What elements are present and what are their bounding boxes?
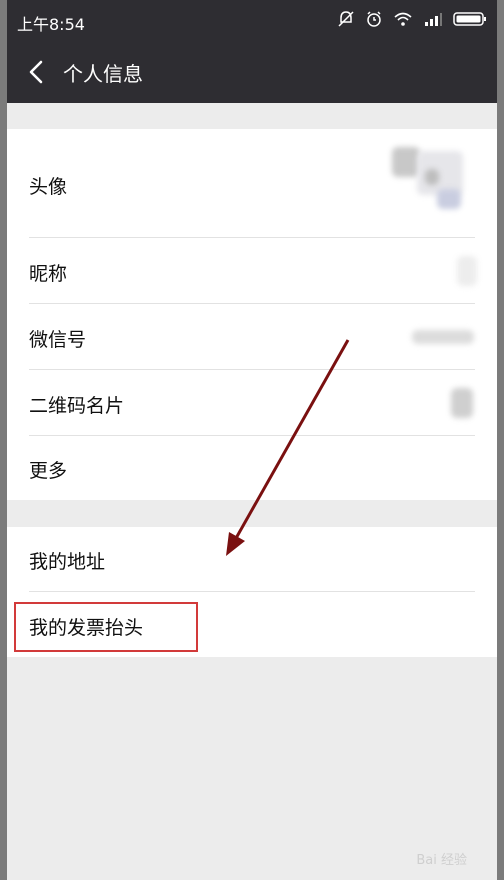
page-title: 个人信息 bbox=[63, 62, 143, 86]
wechat-id-value bbox=[412, 330, 474, 344]
row-qr-code[interactable]: 二维码名片 bbox=[7, 370, 497, 435]
right-edge bbox=[497, 0, 504, 880]
row-nickname[interactable]: 昵称 bbox=[7, 238, 497, 303]
title-bar: 个人信息 bbox=[7, 42, 497, 103]
bell-off-icon bbox=[337, 10, 355, 32]
row-avatar[interactable]: 头像 bbox=[7, 129, 497, 237]
profile-section: 头像 昵称 微信号 二维码名片 更多 bbox=[7, 129, 497, 500]
alarm-icon bbox=[365, 10, 383, 32]
status-icons bbox=[337, 10, 487, 32]
row-label: 头像 bbox=[29, 176, 68, 198]
status-bar: 上午8:54 bbox=[7, 0, 497, 42]
row-my-address[interactable]: 我的地址 bbox=[7, 527, 497, 591]
row-wechat-id[interactable]: 微信号 bbox=[7, 304, 497, 369]
back-button[interactable] bbox=[21, 56, 53, 88]
status-time: 上午8:54 bbox=[17, 15, 85, 34]
row-more[interactable]: 更多 bbox=[7, 436, 497, 500]
watermark: Bai 经验 bbox=[416, 853, 467, 868]
battery-icon bbox=[453, 11, 487, 31]
phone-screen: 上午8:54 个人信息 头像 昵称 微信号 二维码名片 更多 我的地址 我的发票… bbox=[7, 0, 497, 880]
qr-code-icon bbox=[451, 388, 473, 418]
signal-icon bbox=[423, 11, 443, 31]
nickname-value bbox=[457, 256, 477, 286]
wifi-icon bbox=[393, 11, 413, 31]
highlight-box bbox=[14, 602, 198, 652]
row-label: 我的地址 bbox=[29, 551, 106, 573]
row-label: 更多 bbox=[29, 460, 68, 482]
chevron-left-icon bbox=[29, 60, 43, 84]
row-label: 二维码名片 bbox=[29, 395, 125, 417]
row-label: 微信号 bbox=[29, 329, 87, 351]
left-edge bbox=[0, 0, 7, 880]
row-label: 昵称 bbox=[29, 263, 68, 285]
